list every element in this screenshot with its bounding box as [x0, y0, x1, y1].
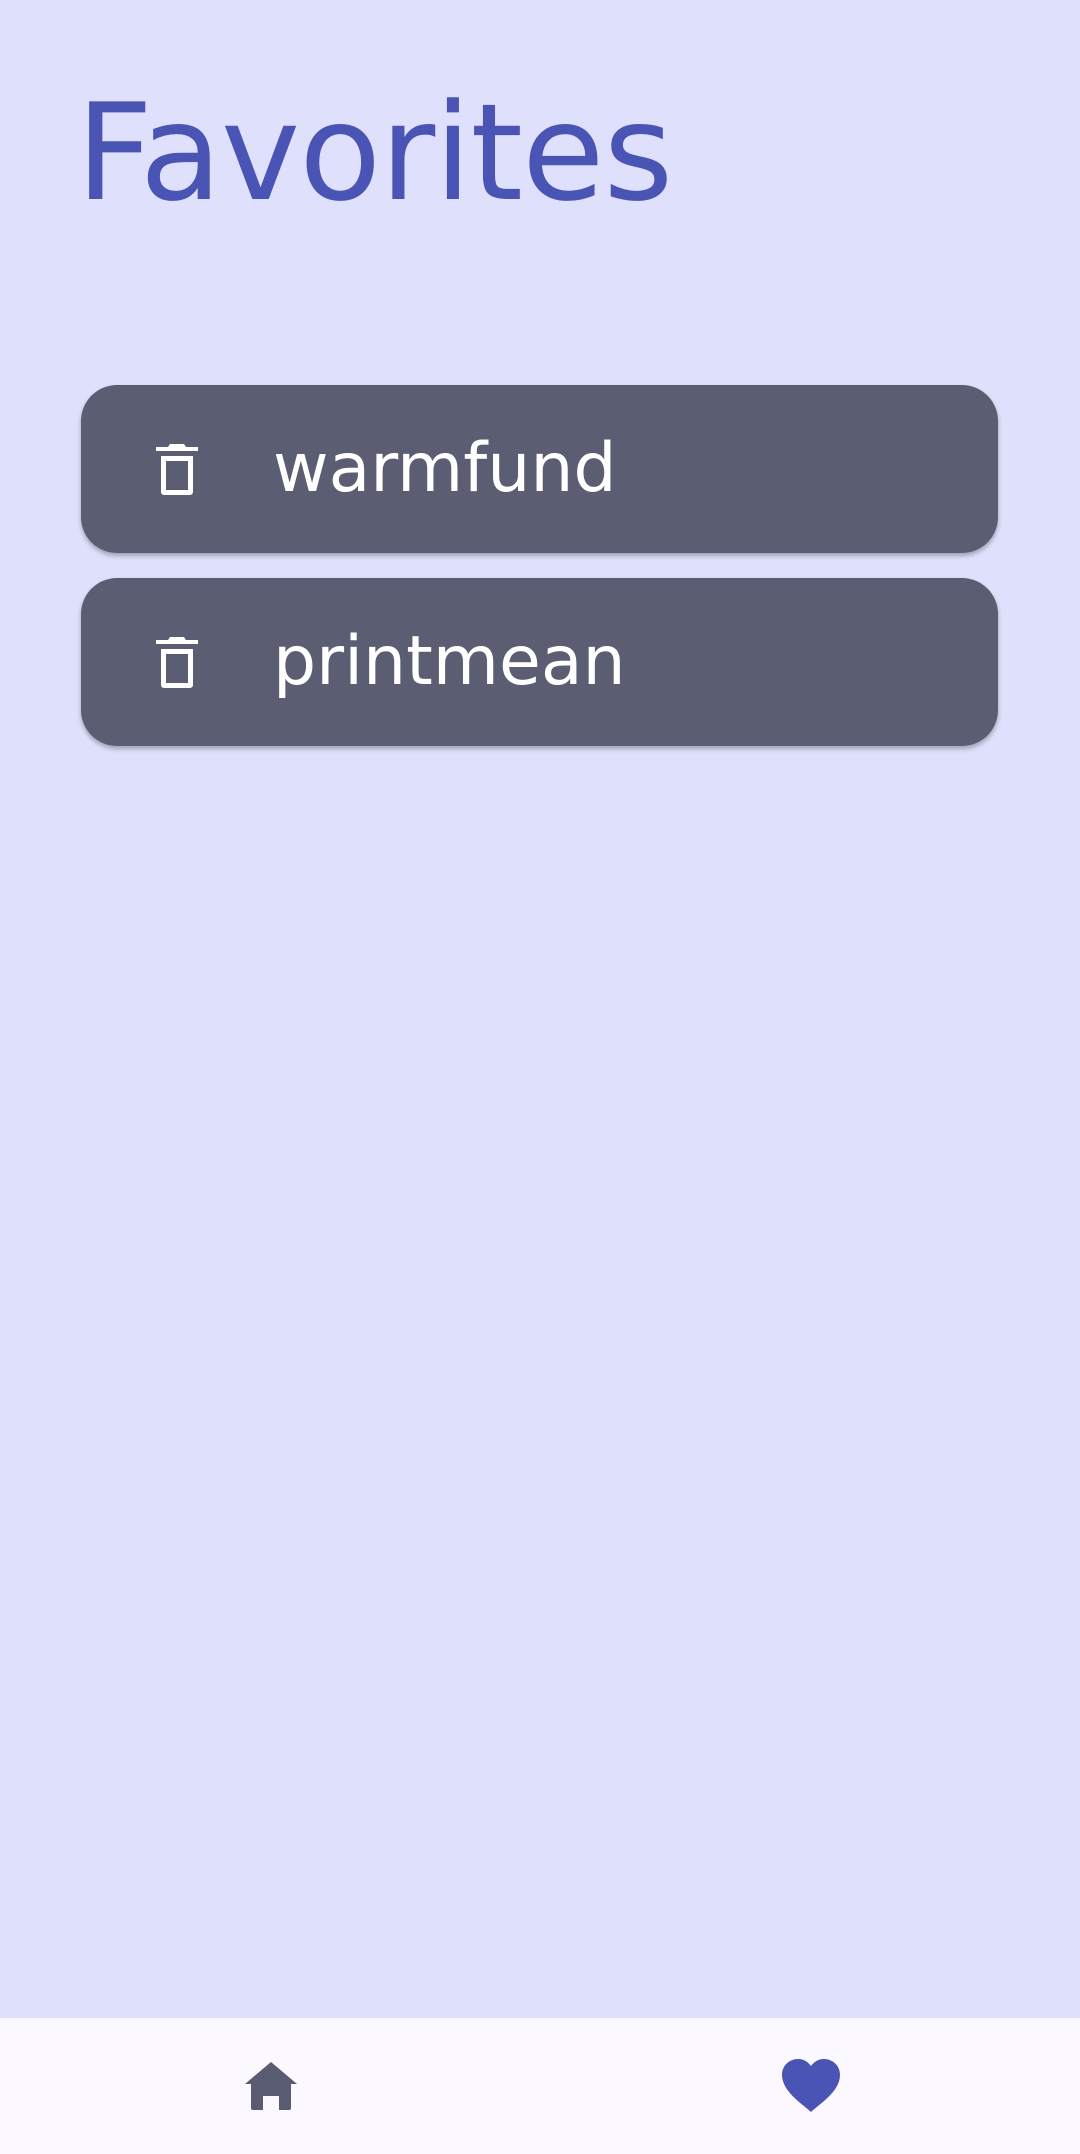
- trash-icon: [156, 637, 198, 688]
- home-icon: [245, 2062, 297, 2110]
- page-title: Favorites: [76, 75, 673, 231]
- trash-icon: [156, 444, 198, 495]
- bottom-navigation-bar: [0, 2018, 1080, 2154]
- nav-home-button[interactable]: [231, 2046, 311, 2126]
- favorites-list: warmfund printmean: [81, 385, 998, 771]
- favorite-label: printmean: [273, 622, 626, 701]
- heart-icon: [782, 2059, 840, 2112]
- favorite-item-warmfund[interactable]: warmfund: [81, 385, 998, 553]
- nav-favorites-button[interactable]: [771, 2046, 851, 2126]
- delete-favorite-button[interactable]: [151, 634, 203, 690]
- favorite-item-printmean[interactable]: printmean: [81, 578, 998, 746]
- favorites-screen: Favorites warmfund printmean: [0, 0, 1080, 2018]
- delete-favorite-button[interactable]: [151, 441, 203, 497]
- favorite-label: warmfund: [273, 429, 617, 508]
